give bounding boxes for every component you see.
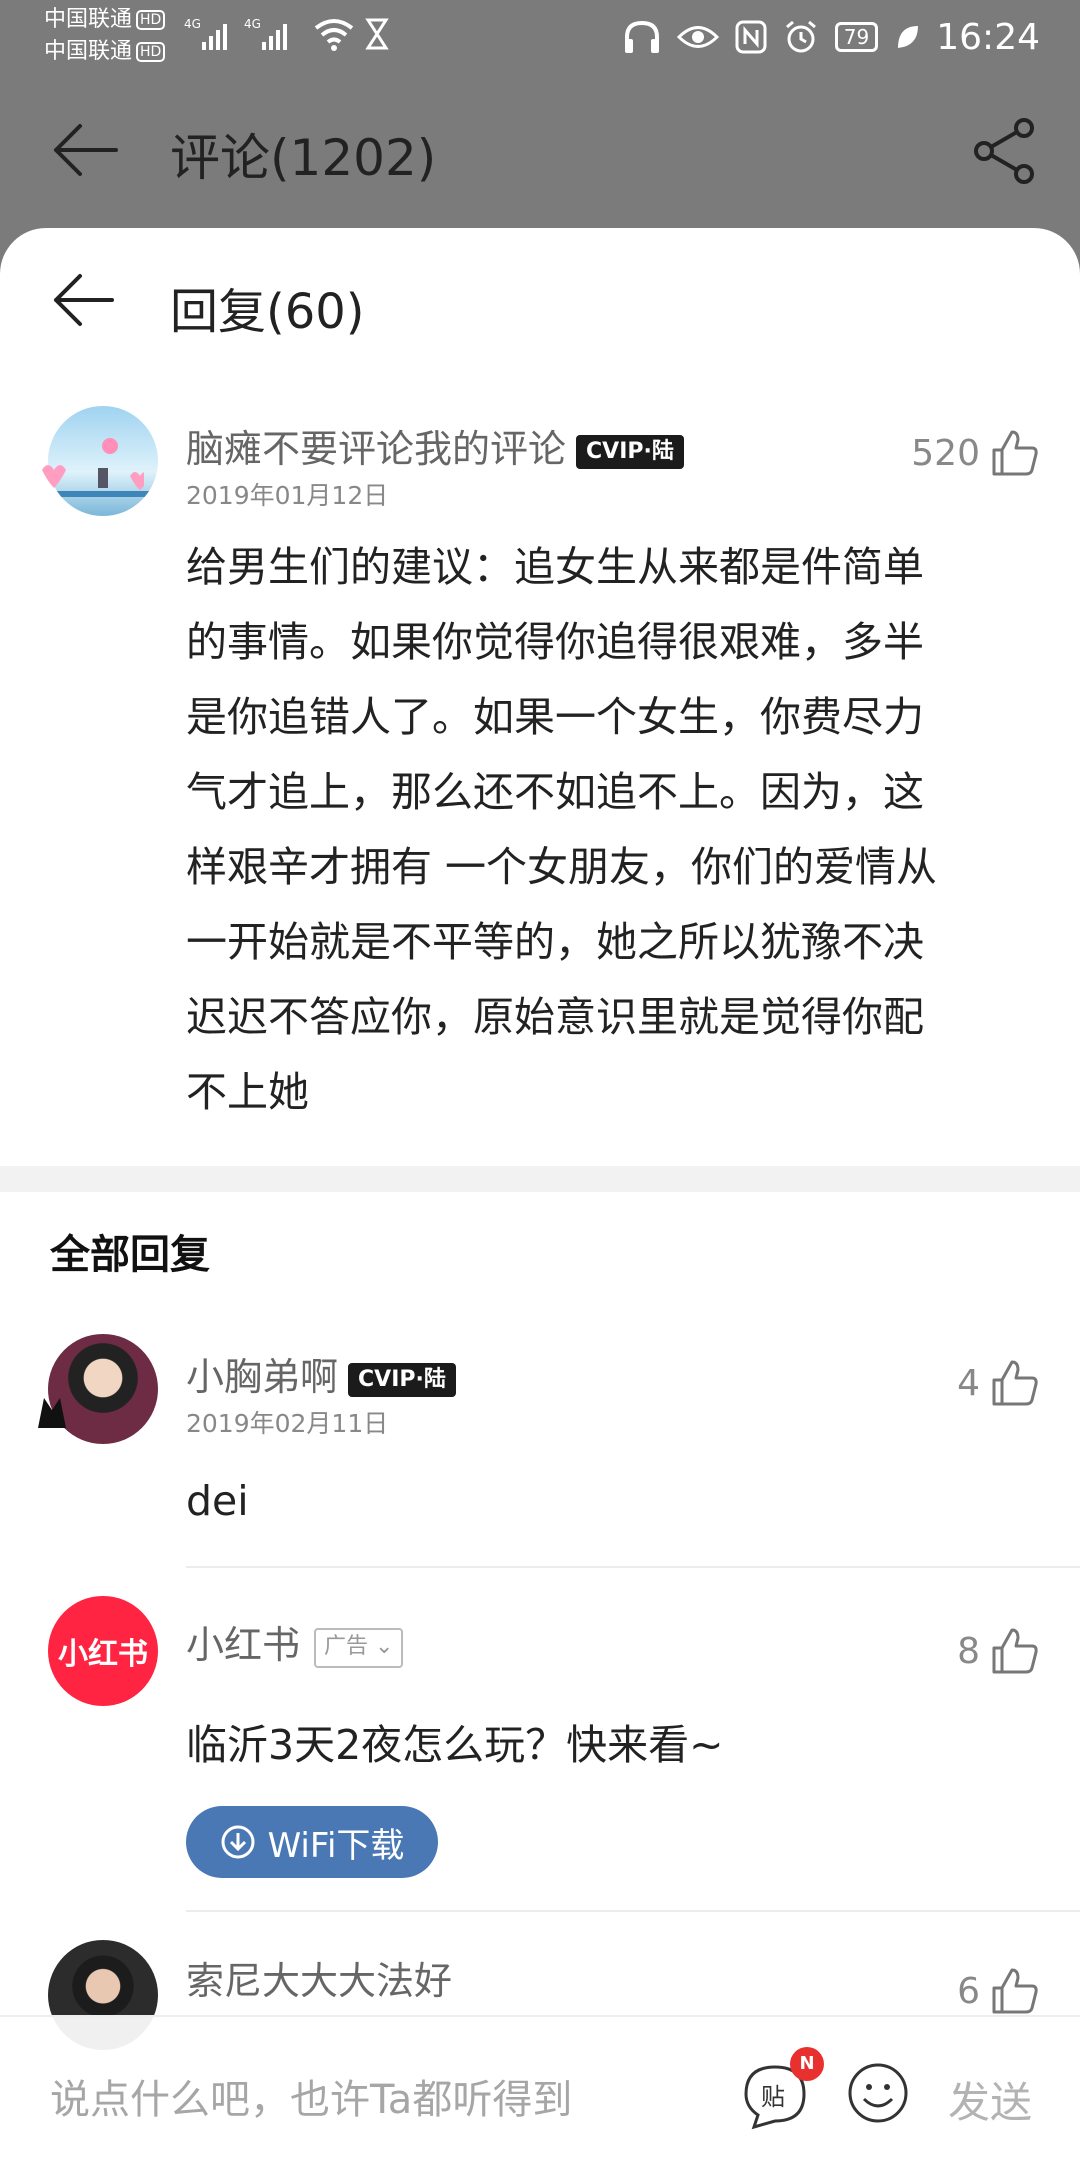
leaf-icon <box>898 26 919 48</box>
comment-line: 气才追上，那么还不如追不上。因为，这 <box>186 768 924 816</box>
vip-badge: CVIP·陆 <box>576 434 684 469</box>
reply-sheet: 回复(60) 脑瘫不要评论我的评论 CVIP·陆 2019年01月12日 520 … <box>0 228 1080 2160</box>
like-count: 8 <box>957 1630 980 1672</box>
reply-author[interactable]: 索尼大大大法好 <box>186 1950 452 2005</box>
like-count: 4 <box>957 1362 980 1404</box>
ad-author[interactable]: 小红书 广告 ⌄ <box>186 1614 404 1669</box>
carrier-2: 中国联通 HD <box>44 40 166 64</box>
comment-line: 样艰辛才拥有 一个女朋友，你们的爱情从 <box>186 843 938 891</box>
heart-decoration <box>42 465 144 490</box>
sticker-button[interactable]: 贴 N <box>740 2047 824 2131</box>
comment-line: 不上她 <box>186 1068 309 1116</box>
status-bar: 中国联通 HD 中国联通 HD 4G 4G 79 16:24 <box>0 0 1080 72</box>
net-type-1: 4G <box>184 17 201 31</box>
net-type-2: 4G <box>244 17 261 31</box>
reply-author[interactable]: 小胸弟啊 CVIP·陆 <box>186 1346 456 1401</box>
thumbs-up-icon <box>992 1968 1038 2014</box>
reply-text: dei <box>186 1477 249 1525</box>
comment-input[interactable]: 说点什么吧，也许Ta都听得到 <box>50 2067 572 2125</box>
reply-sheet-header: 回复(60) <box>0 228 1080 388</box>
comment-line: 一开始就是不平等的，她之所以犹豫不决 <box>186 918 924 966</box>
share-icon[interactable] <box>970 116 1040 186</box>
comment-author[interactable]: 脑瘫不要评论我的评论 CVIP·陆 <box>186 418 684 473</box>
thumbs-up-icon <box>992 1360 1038 1406</box>
thumbs-up-icon <box>992 430 1038 476</box>
ad-tag-label: 广告 <box>324 1633 369 1659</box>
thumbs-up-icon <box>992 1628 1038 1674</box>
comment-date: 2019年01月12日 <box>186 481 389 510</box>
comment-body: 给男生们的建议：追女生从来都是件简单 的事情。如果你觉得你追得很艰难，多半 是你… <box>186 530 1026 1130</box>
emoji-icon[interactable] <box>846 2061 910 2125</box>
alarm-icon <box>785 20 816 53</box>
battery-indicator: 79 <box>834 22 879 52</box>
status-right: 79 16:24 <box>623 12 1040 62</box>
carrier-1: 中国联通 HD <box>44 8 166 32</box>
chevron-down-icon: ⌄ <box>368 1633 394 1659</box>
reply-date: 2019年02月11日 <box>186 1409 389 1438</box>
ad-text: 临沂3天2夜怎么玩？快来看~ <box>186 1721 724 1769</box>
page-title: 评论(1202) <box>170 129 437 187</box>
headphones-icon <box>624 20 659 53</box>
section-divider <box>0 1166 1080 1192</box>
vip-badge: CVIP·陆 <box>348 1362 456 1397</box>
signal-icon: 4G 4G <box>184 17 287 50</box>
like-count: 520 <box>911 432 980 474</box>
back-arrow-icon[interactable] <box>50 272 116 328</box>
cat-decoration <box>38 1398 66 1428</box>
back-arrow-icon[interactable] <box>50 122 120 178</box>
xiaohongshu-logo[interactable]: 小红书 <box>48 1596 158 1706</box>
ad-author-name[interactable]: 小红书 <box>186 1623 300 1667</box>
all-replies-title: 全部回复 <box>50 1232 210 1278</box>
ad-tag[interactable]: 广告 ⌄ <box>314 1627 404 1668</box>
download-button[interactable]: WiFi下载 <box>186 1806 438 1878</box>
clock: 16:24 <box>936 16 1040 58</box>
comment-line: 的事情。如果你觉得你追得很艰难，多半 <box>186 618 924 666</box>
like-button[interactable]: 520 <box>911 428 1040 478</box>
like-button[interactable]: 4 <box>957 1358 1040 1408</box>
download-icon <box>221 1825 255 1859</box>
nfc-icon <box>735 20 767 54</box>
reply-sheet-title: 回复(60) <box>170 284 365 340</box>
comment-line: 给男生们的建议：追女生从来都是件简单 <box>186 543 924 591</box>
divider <box>186 1910 1080 1912</box>
comment-line: 迟迟不答应你，原始意识里就是觉得你配 <box>186 993 924 1041</box>
like-button[interactable]: 8 <box>957 1626 1040 1676</box>
divider <box>186 1566 1080 1568</box>
comment-line: 是你追错人了。如果一个女生，你费尽力 <box>186 693 924 741</box>
wifi-icon <box>314 19 354 51</box>
reply-author-name[interactable]: 小胸弟啊 <box>186 1355 338 1399</box>
send-button[interactable]: 发送 <box>948 2069 1032 2130</box>
comment-input-bar: 说点什么吧，也许Ta都听得到 贴 N 发送 <box>0 2015 1080 2160</box>
like-count: 6 <box>957 1970 980 2012</box>
comment-author-name[interactable]: 脑瘫不要评论我的评论 <box>186 427 566 471</box>
hourglass-icon <box>365 18 389 50</box>
like-button[interactable]: 6 <box>957 1966 1040 2016</box>
eye-icon <box>676 26 719 48</box>
sticker-label: 贴 <box>761 2083 785 2111</box>
new-badge: N <box>790 2047 824 2081</box>
comments-header: 评论(1202) <box>0 72 1080 232</box>
download-button-label: WiFi下载 <box>267 1825 405 1866</box>
